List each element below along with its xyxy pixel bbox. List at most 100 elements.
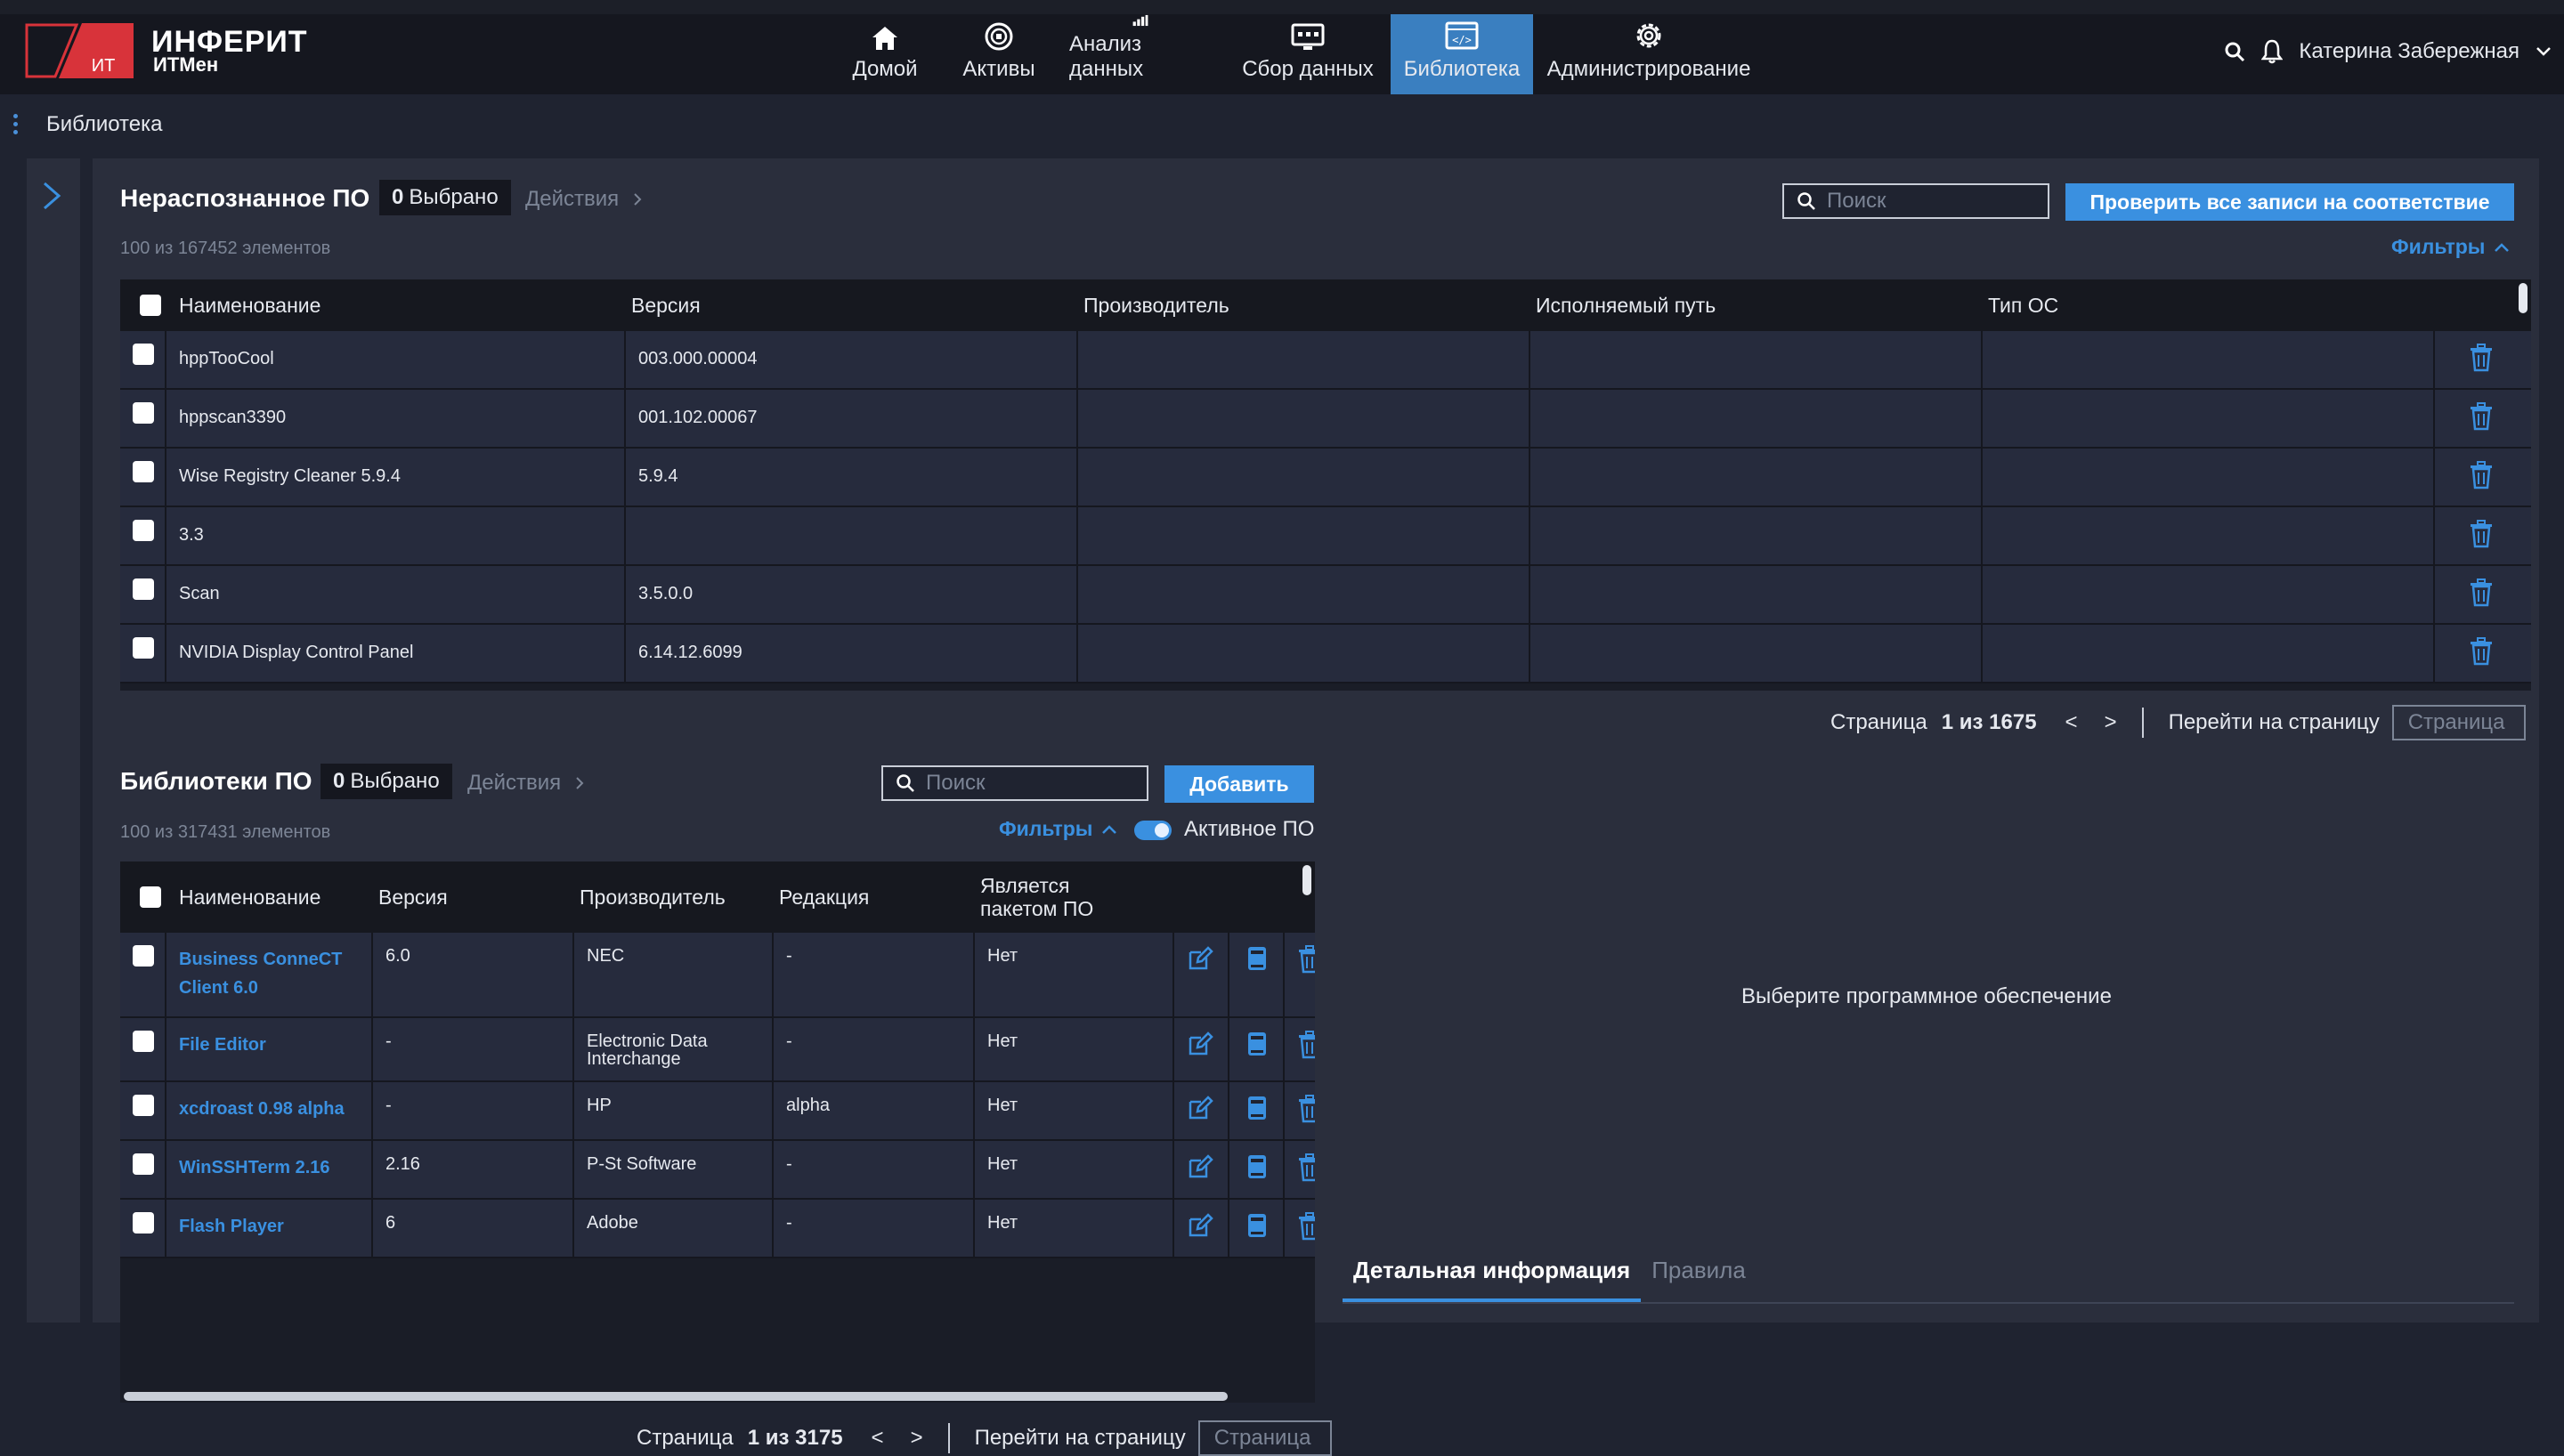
book-icon[interactable]: [1245, 1032, 1269, 1062]
cell-vendor: [1076, 566, 1529, 623]
prev-page-button[interactable]: <: [2065, 710, 2078, 735]
edit-icon[interactable]: [1187, 1096, 1213, 1126]
next-page-button[interactable]: >: [911, 1426, 923, 1451]
check-all-button[interactable]: Проверить все записи на соответствие: [2065, 183, 2514, 221]
tab-rules[interactable]: Правила: [1641, 1257, 1757, 1302]
actions-menu[interactable]: Действия: [525, 187, 642, 212]
table-row[interactable]: WinSSHTerm 2.16 2.16 P-St Software - Нет: [120, 1141, 1315, 1200]
book-icon[interactable]: [1245, 1214, 1269, 1243]
column-header[interactable]: Редакция: [779, 861, 869, 933]
table-scrollbar[interactable]: [1302, 865, 1311, 895]
prev-page-button[interactable]: <: [872, 1426, 884, 1451]
column-header[interactable]: Наименование: [179, 861, 320, 933]
edit-icon[interactable]: [1187, 1213, 1213, 1243]
row-checkbox[interactable]: [133, 637, 154, 659]
cell-name[interactable]: Flash Player: [165, 1200, 371, 1257]
search-input[interactable]: Поиск: [1782, 183, 2049, 219]
table-row[interactable]: File Editor - Electronic Data Interchange -…: [120, 1018, 1315, 1082]
row-checkbox[interactable]: [133, 520, 154, 541]
row-checkbox[interactable]: [133, 402, 154, 424]
trash-icon[interactable]: [2469, 578, 2494, 611]
row-checkbox[interactable]: [133, 344, 154, 365]
cell-vendor: P-St Software: [572, 1141, 772, 1198]
column-header[interactable]: Версия: [378, 861, 448, 933]
trash-icon[interactable]: [2469, 637, 2494, 670]
nav-assets[interactable]: Активы: [942, 14, 1056, 94]
user-name[interactable]: Катерина Забережная: [2299, 39, 2519, 64]
trash-icon[interactable]: [1297, 1095, 1315, 1128]
kebab-menu-icon[interactable]: [13, 114, 19, 138]
trash-icon[interactable]: [1297, 945, 1315, 978]
table-row[interactable]: Business ConneCT Client 6.0 6.0 NEC - Нет: [120, 933, 1315, 1018]
select-all-checkbox[interactable]: [140, 295, 161, 316]
table-row[interactable]: hppscan3390 001.102.00067: [120, 390, 2531, 449]
actions-label: Действия: [467, 771, 562, 795]
column-header[interactable]: Версия: [631, 279, 701, 331]
cell-name[interactable]: xcdroast 0.98 alpha: [165, 1082, 371, 1139]
nav-home[interactable]: Домой: [828, 14, 942, 94]
trash-icon[interactable]: [1297, 1153, 1315, 1186]
cell-name[interactable]: WinSSHTerm 2.16: [165, 1141, 371, 1198]
goto-page-input[interactable]: Страница: [1197, 1420, 1332, 1456]
table-row[interactable]: Scan 3.5.0.0: [120, 566, 2531, 625]
edit-icon[interactable]: [1187, 1031, 1213, 1062]
edit-icon[interactable]: [1187, 1154, 1213, 1185]
row-checkbox[interactable]: [133, 1031, 154, 1052]
tab-details[interactable]: Детальная информация: [1343, 1257, 1642, 1302]
cell-vendor: [1076, 331, 1529, 388]
filters-toggle[interactable]: Фильтры: [2391, 235, 2510, 259]
column-header[interactable]: Производитель: [580, 861, 726, 933]
row-checkbox[interactable]: [133, 461, 154, 482]
brand-logo[interactable]: ИТ: [25, 23, 134, 78]
horizontal-scrollbar[interactable]: [124, 1392, 1228, 1401]
next-page-button[interactable]: >: [2105, 710, 2117, 735]
goto-page-input[interactable]: Страница: [2391, 705, 2526, 740]
column-header[interactable]: Является пакетом ПО: [980, 861, 1114, 933]
nav-data-collection[interactable]: Сбор данных: [1225, 14, 1391, 94]
column-header[interactable]: Наименование: [179, 279, 320, 331]
trash-icon[interactable]: [1297, 1212, 1315, 1245]
row-checkbox[interactable]: [133, 1212, 154, 1234]
cell-name[interactable]: File Editor: [165, 1018, 371, 1080]
delete-cell: [1283, 933, 1315, 1016]
column-header[interactable]: Тип ОС: [1988, 279, 2058, 331]
row-checkbox[interactable]: [133, 578, 154, 600]
nav-analytics[interactable]: Анализ данных: [1056, 14, 1225, 94]
row-checkbox[interactable]: [133, 1095, 154, 1116]
table-row[interactable]: hppTooCool 003.000.00004: [120, 331, 2531, 390]
search-input[interactable]: Поиск: [881, 765, 1148, 801]
chevron-right-icon: [576, 777, 584, 789]
book-icon[interactable]: [1245, 1096, 1269, 1126]
row-checkbox[interactable]: [133, 945, 154, 967]
select-all-checkbox[interactable]: [140, 886, 161, 908]
column-header[interactable]: Производитель: [1083, 279, 1229, 331]
column-header[interactable]: Исполняемый путь: [1536, 279, 1716, 331]
table-row[interactable]: Flash Player 6 Adobe - Нет: [120, 1200, 1315, 1258]
trash-icon[interactable]: [1297, 1031, 1315, 1064]
chevron-right-icon[interactable]: [41, 180, 64, 212]
table-row[interactable]: Wise Registry Cleaner 5.9.4 5.9.4: [120, 449, 2531, 507]
book-icon[interactable]: [1245, 947, 1269, 976]
add-button[interactable]: Добавить: [1164, 765, 1314, 803]
trash-icon[interactable]: [2469, 520, 2494, 553]
chevron-down-icon[interactable]: [2536, 46, 2552, 57]
trash-icon[interactable]: [2469, 344, 2494, 376]
table-row[interactable]: 3.3: [120, 507, 2531, 566]
nav-admin[interactable]: Администрирование: [1533, 14, 1765, 94]
bell-icon[interactable]: [2261, 39, 2284, 64]
cell-name[interactable]: Business ConneCT Client 6.0: [165, 933, 371, 1016]
edit-icon[interactable]: [1187, 946, 1213, 976]
table-row[interactable]: xcdroast 0.98 alpha - HP alpha Нет: [120, 1082, 1315, 1141]
active-software-toggle[interactable]: [1134, 821, 1172, 840]
trash-icon[interactable]: [2469, 402, 2494, 435]
trash-icon[interactable]: [2469, 461, 2494, 494]
actions-menu[interactable]: Действия: [467, 771, 584, 796]
table-row[interactable]: NVIDIA Display Control Panel 6.14.12.6099: [120, 625, 2531, 684]
search-icon[interactable]: [2224, 41, 2245, 62]
filters-toggle[interactable]: Фильтры: [999, 817, 1117, 841]
cell-vendor: Electronic Data Interchange: [572, 1018, 772, 1080]
row-checkbox[interactable]: [133, 1153, 154, 1175]
nav-library[interactable]: </> Библиотека: [1391, 14, 1533, 94]
book-icon[interactable]: [1245, 1155, 1269, 1185]
table-scrollbar[interactable]: [2519, 283, 2527, 313]
